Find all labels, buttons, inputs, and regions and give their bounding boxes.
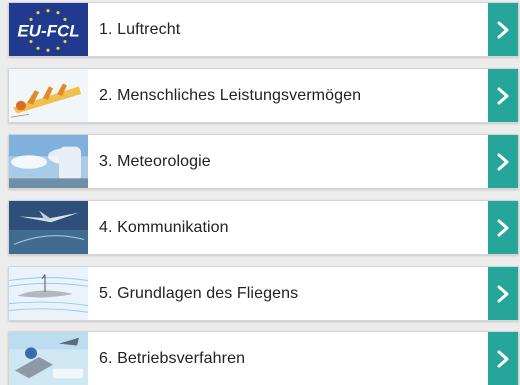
topic-row-betriebsverfahren[interactable]: 6. Betriebsverfahren [8, 331, 519, 385]
eu-fcl-logo-icon: EU-FCL [9, 3, 88, 56]
topic-list: EU-FCL 1. Luftrecht 2. Menschliches Leis… [0, 0, 520, 385]
topic-label: 2. Menschliches Leistungsvermögen [99, 86, 362, 104]
communication-thumbnail [9, 201, 88, 254]
topic-row-grundlagen-des-fliegens[interactable]: 5. Grundlagen des Fliegens [8, 266, 519, 321]
principles-of-flight-thumbnail [9, 267, 88, 320]
topic-label: 6. Betriebsverfahren [99, 349, 246, 367]
chevron-right-icon[interactable] [488, 69, 518, 122]
topic-label: 4. Kommunikation [99, 218, 229, 236]
topic-label: 5. Grundlagen des Fliegens [99, 284, 299, 302]
chevron-right-icon[interactable] [488, 267, 518, 320]
topic-row-meteorologie[interactable]: 3. Meteorologie [8, 134, 519, 189]
chevron-right-icon[interactable] [488, 332, 518, 385]
chevron-right-icon[interactable] [488, 201, 518, 254]
topic-label: 1. Luftrecht [99, 20, 181, 38]
topic-row-luftrecht[interactable]: EU-FCL 1. Luftrecht [8, 2, 519, 57]
topic-label: 3. Meteorologie [99, 152, 211, 170]
operational-procedures-thumbnail [9, 332, 88, 385]
meteorology-thumbnail [9, 135, 88, 188]
topic-row-kommunikation[interactable]: 4. Kommunikation [8, 200, 519, 255]
chevron-right-icon[interactable] [488, 135, 518, 188]
chevron-right-icon[interactable] [488, 3, 518, 56]
eu-fcl-logo-text: EU-FCL [17, 22, 79, 41]
human-performance-thumbnail [9, 69, 88, 122]
topic-row-menschliches-leistungsvermoegen[interactable]: 2. Menschliches Leistungsvermögen [8, 68, 519, 123]
